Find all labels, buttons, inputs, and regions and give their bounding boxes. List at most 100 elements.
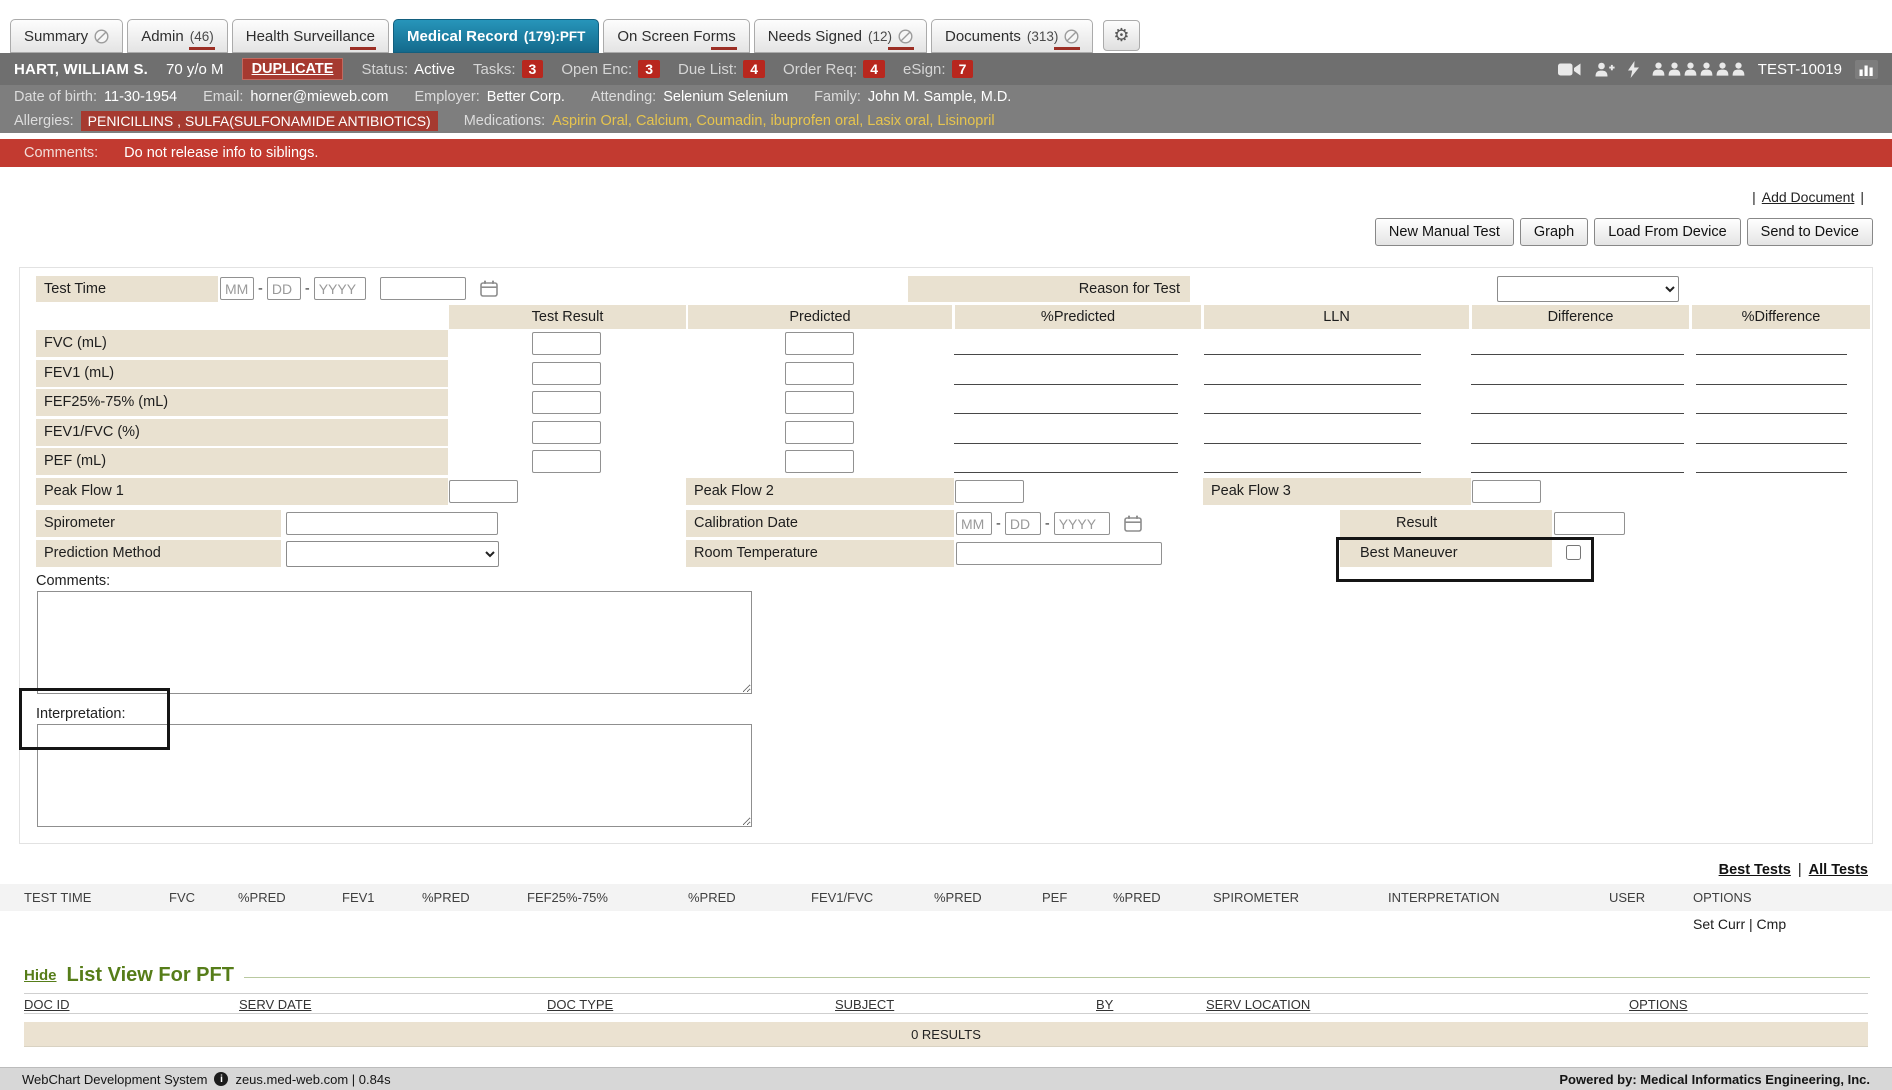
fev1-fvc-predicted-input[interactable] <box>785 421 854 444</box>
email-value[interactable]: horner@mieweb.com <box>250 89 388 105</box>
tab-on-screen-forms[interactable]: On Screen Forms <box>603 19 749 53</box>
peak-flow-1-input[interactable] <box>449 480 518 503</box>
reason-for-test-select[interactable] <box>1497 276 1679 302</box>
calibration-date-label: Calibration Date <box>686 510 954 537</box>
test-time-dd-input[interactable] <box>267 277 301 300</box>
order-req-count-badge[interactable]: 4 <box>863 60 885 78</box>
order-req-label: Order Req: <box>783 61 857 78</box>
medication-link[interactable]: Calcium <box>636 113 688 129</box>
results-column-header: FVC <box>169 890 195 905</box>
column-header-percent-difference: %Difference <box>1692 305 1870 329</box>
circle-slash-icon[interactable] <box>898 29 913 44</box>
duplicate-badge[interactable]: DUPLICATE <box>242 58 344 80</box>
prediction-method-select[interactable] <box>286 541 499 567</box>
active-users-icons <box>1652 62 1745 76</box>
spirometer-input[interactable] <box>286 512 498 535</box>
allergy-chip[interactable]: PENICILLINS , SULFA(SULFONAMIDE ANTIBIOT… <box>81 111 438 131</box>
tab-alert-mark <box>711 47 737 50</box>
tab-medical-record[interactable]: Medical Record (179):PFT <box>393 19 599 53</box>
tasks-count-badge[interactable]: 3 <box>522 60 544 78</box>
test-time-mm-input[interactable] <box>220 277 254 300</box>
patient-name: HART, WILLIAM S. <box>14 61 148 78</box>
column-header-test-result: Test Result <box>449 305 686 329</box>
room-temperature-input[interactable] <box>956 542 1162 565</box>
doc-column-header[interactable]: DOC TYPE <box>547 997 613 1012</box>
fev1-predicted-input[interactable] <box>785 362 854 385</box>
fef25-75-test-result-input[interactable] <box>532 391 601 414</box>
open-enc-count-badge[interactable]: 3 <box>638 60 660 78</box>
calibration-mm-input[interactable] <box>956 512 992 535</box>
all-tests-link[interactable]: All Tests <box>1809 862 1868 878</box>
employer-value: Better Corp. <box>487 89 565 105</box>
column-header-difference: Difference <box>1472 305 1689 329</box>
doc-column-header[interactable]: DOC ID <box>24 997 70 1012</box>
medication-link[interactable]: Coumadin <box>696 113 762 129</box>
tab-needs-signed[interactable]: Needs Signed (12) <box>754 19 927 53</box>
doc-column-header[interactable]: OPTIONS <box>1629 997 1688 1012</box>
new-manual-test-button[interactable]: New Manual Test <box>1375 218 1514 246</box>
results-filter-links: Best Tests All Tests <box>0 862 1868 878</box>
tab-admin[interactable]: Admin (46) <box>127 19 228 53</box>
info-icon[interactable]: i <box>214 1072 228 1086</box>
calendar-icon[interactable] <box>480 280 498 297</box>
best-maneuver-checkbox[interactable] <box>1566 545 1581 560</box>
patient-order-req: Order Req: 4 <box>783 60 885 78</box>
test-time-time-input[interactable] <box>380 277 466 300</box>
best-tests-link[interactable]: Best Tests <box>1719 862 1791 878</box>
medication-link[interactable]: ibuprofen oral <box>771 113 860 129</box>
medication-link[interactable]: Lasix oral <box>867 113 929 129</box>
fef25-75-predicted-input[interactable] <box>785 391 854 414</box>
doc-column-header[interactable]: SERV LOCATION <box>1206 997 1310 1012</box>
calendar-icon[interactable] <box>1124 515 1142 532</box>
hide-link[interactable]: Hide <box>24 967 57 984</box>
settings-gear-button[interactable]: ⚙ <box>1103 20 1139 51</box>
medication-link[interactable]: Lisinopril <box>937 113 994 129</box>
video-camera-icon[interactable] <box>1558 62 1581 77</box>
blank-value-line <box>1471 354 1684 355</box>
add-document-link[interactable]: Add Document <box>1762 189 1855 205</box>
employer-pair: Employer: Better Corp. <box>414 89 564 105</box>
doc-column-header[interactable]: SERV DATE <box>239 997 311 1012</box>
prediction-method-label: Prediction Method <box>36 540 281 567</box>
circle-slash-icon[interactable] <box>1064 29 1079 44</box>
set-curr-cmp-links[interactable]: Set Curr | Cmp <box>1693 916 1786 932</box>
doc-column-header[interactable]: SUBJECT <box>835 997 894 1012</box>
esign-count-badge[interactable]: 7 <box>952 60 974 78</box>
calibration-yyyy-input[interactable] <box>1054 512 1110 535</box>
pef-predicted-input[interactable] <box>785 450 854 473</box>
pef-test-result-input[interactable] <box>532 450 601 473</box>
flash-icon[interactable] <box>1628 61 1639 78</box>
person-icon <box>1732 62 1745 76</box>
person-add-icon[interactable] <box>1594 62 1615 77</box>
tab-documents[interactable]: Documents (313) <box>931 19 1093 53</box>
fev1-fvc-test-result-input[interactable] <box>532 421 601 444</box>
pef-row-label: PEF (mL) <box>36 448 448 475</box>
separator <box>1854 189 1870 205</box>
calibration-date-group <box>956 512 1142 535</box>
graph-button[interactable]: Graph <box>1520 218 1588 246</box>
result-input[interactable] <box>1554 512 1625 535</box>
medication-link[interactable]: Aspirin Oral <box>552 113 628 129</box>
calibration-dd-input[interactable] <box>1005 512 1041 535</box>
fvc-row-label: FVC (mL) <box>36 330 448 357</box>
fev1-test-result-input[interactable] <box>532 362 601 385</box>
tab-summary[interactable]: Summary <box>10 19 123 53</box>
test-time-yyyy-input[interactable] <box>314 277 366 300</box>
load-from-device-button[interactable]: Load From Device <box>1594 218 1740 246</box>
comments-textarea[interactable] <box>37 591 752 694</box>
circle-slash-icon[interactable] <box>94 29 109 44</box>
tab-health-surveillance[interactable]: Health Surveillance <box>232 19 389 53</box>
send-to-device-button[interactable]: Send to Device <box>1747 218 1873 246</box>
blank-value-line <box>1204 472 1421 473</box>
due-list-count-badge[interactable]: 4 <box>743 60 765 78</box>
peak-flow-2-input[interactable] <box>955 480 1024 503</box>
fvc-test-result-input[interactable] <box>532 332 601 355</box>
peak-flow-3-input[interactable] <box>1472 480 1541 503</box>
footer-app-name: WebChart Development System <box>22 1072 207 1087</box>
doc-column-header[interactable]: BY <box>1096 997 1113 1012</box>
family-pair: Family: John M. Sample, M.D. <box>814 89 1011 105</box>
interpretation-textarea[interactable] <box>37 724 752 827</box>
attending-pair: Attending: Selenium Selenium <box>591 89 788 105</box>
fvc-predicted-input[interactable] <box>785 332 854 355</box>
bar-chart-icon[interactable] <box>1855 60 1878 79</box>
